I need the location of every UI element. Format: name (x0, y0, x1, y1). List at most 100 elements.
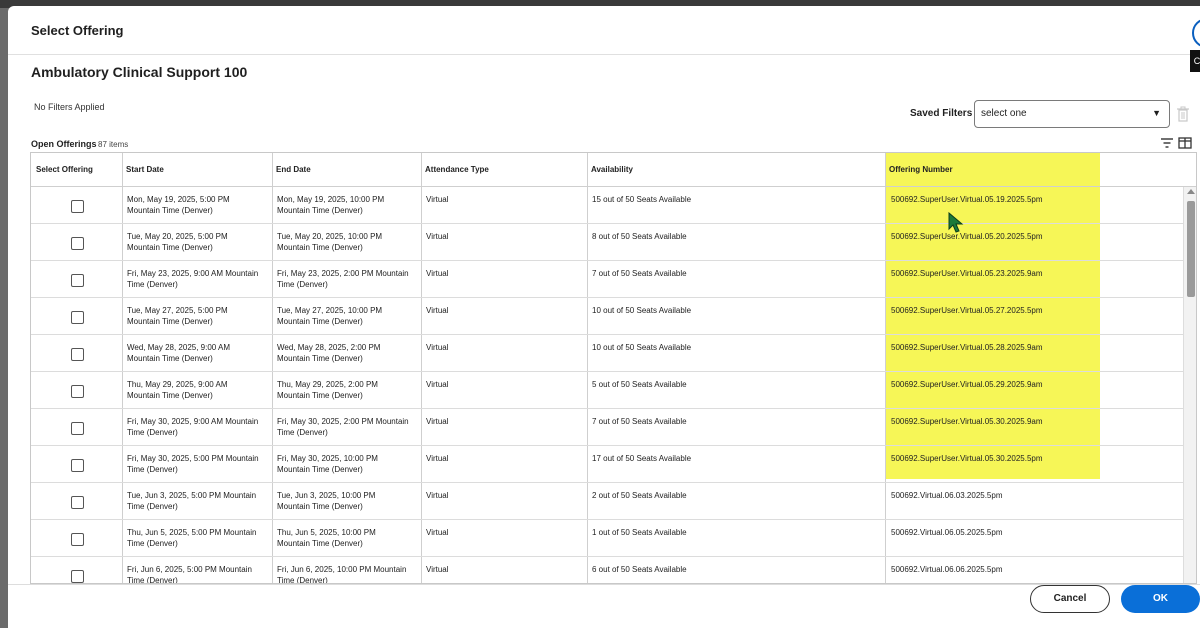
end-date-cell-line: Mountain Time (Denver) (277, 317, 363, 326)
start-date-cell-line: Time (Denver) (127, 539, 178, 548)
offering-number-cell-line: 500692.SuperUser.Virtual.05.29.2025.9am (891, 380, 1043, 389)
table-row[interactable]: Tue, May 27, 2025, 5:00 PM Mountain Time … (31, 298, 1196, 335)
columns-icon[interactable] (1178, 137, 1192, 149)
table-scrollbar[interactable] (1183, 187, 1196, 583)
saved-filters-select[interactable]: select one ▼ (974, 100, 1170, 128)
select-offering-checkbox[interactable] (71, 459, 84, 472)
header-availability[interactable]: Availability (591, 165, 633, 174)
availability-cell-line: 10 out of 50 Seats Available (592, 306, 692, 315)
scroll-thumb[interactable] (1187, 201, 1195, 297)
end-date-cell: Thu, Jun 5, 2025, 10:00 PM Mountain Time … (277, 527, 376, 549)
offering-number-cell: 500692.Virtual.06.05.2025.5pm (891, 527, 1003, 538)
table-row[interactable]: Fri, Jun 6, 2025, 5:00 PM Mountain Time (… (31, 557, 1196, 583)
offering-number-cell: 500692.Virtual.06.03.2025.5pm (891, 490, 1003, 501)
select-offering-checkbox[interactable] (71, 348, 84, 361)
select-offering-checkbox[interactable] (71, 237, 84, 250)
attendance-type-cell: Virtual (426, 342, 449, 353)
attendance-type-cell-line: Virtual (426, 454, 449, 463)
select-offering-checkbox[interactable] (71, 533, 84, 546)
availability-cell: 10 out of 50 Seats Available (592, 342, 691, 353)
table-row[interactable]: Thu, Jun 5, 2025, 5:00 PM Mountain Time (… (31, 520, 1196, 557)
header-start-date[interactable]: Start Date (126, 165, 164, 174)
table-row[interactable]: Fri, May 30, 2025, 9:00 AM Mountain Time … (31, 409, 1196, 446)
start-date-cell: Thu, May 29, 2025, 9:00 AM Mountain Time … (127, 379, 228, 401)
table-row[interactable]: Thu, May 29, 2025, 9:00 AM Mountain Time … (31, 372, 1196, 409)
start-date-cell-line: Mountain Time (Denver) (127, 391, 213, 400)
offering-number-cell: 500692.SuperUser.Virtual.05.23.2025.9am (891, 268, 1043, 279)
attendance-type-cell: Virtual (426, 231, 449, 242)
table-row[interactable]: Tue, Jun 3, 2025, 5:00 PM Mountain Time (… (31, 483, 1196, 520)
header-offering-number[interactable]: Offering Number (889, 165, 953, 174)
saved-filters-label: Saved Filters (910, 108, 973, 119)
offering-number-cell: 500692.SuperUser.Virtual.05.19.2025.5pm (891, 194, 1043, 205)
offerings-table: Select Offering Start Date End Date Atte… (30, 152, 1197, 584)
open-offerings-label: Open Offerings (31, 139, 97, 149)
attendance-type-cell-line: Virtual (426, 306, 449, 315)
header-select-offering[interactable]: Select Offering (36, 165, 93, 174)
end-date-cell-line: Time (Denver) (277, 428, 328, 437)
end-date-cell: Thu, May 29, 2025, 2:00 PM Mountain Time … (277, 379, 378, 401)
select-offering-checkbox[interactable] (71, 274, 84, 287)
start-date-cell: Fri, May 30, 2025, 5:00 PM Mountain Time … (127, 453, 259, 475)
cancel-button[interactable]: Cancel (1030, 585, 1110, 613)
select-offering-checkbox[interactable] (71, 422, 84, 435)
start-date-cell-line: Time (Denver) (127, 280, 178, 289)
availability-cell-line: 7 out of 50 Seats Available (592, 417, 687, 426)
attendance-type-cell-line: Virtual (426, 343, 449, 352)
start-date-cell: Tue, Jun 3, 2025, 5:00 PM Mountain Time (… (127, 490, 256, 512)
table-header: Select Offering Start Date End Date Atte… (31, 153, 1196, 187)
scroll-up-icon[interactable] (1187, 189, 1195, 194)
end-date-cell-line: Fri, May 23, 2025, 2:00 PM Mountain (277, 269, 409, 278)
end-date-cell-line: Fri, May 30, 2025, 10:00 PM (277, 454, 378, 463)
attendance-type-cell-line: Virtual (426, 417, 449, 426)
end-date-cell: Tue, May 20, 2025, 10:00 PM Mountain Time… (277, 231, 382, 253)
start-date-cell-line: Time (Denver) (127, 502, 178, 511)
filter-icon[interactable] (1160, 137, 1174, 149)
start-date-cell-line: Time (Denver) (127, 428, 178, 437)
offering-number-cell-line: 500692.SuperUser.Virtual.05.28.2025.9am (891, 343, 1043, 352)
end-date-cell-line: Mon, May 19, 2025, 10:00 PM (277, 195, 385, 204)
header-attendance-type[interactable]: Attendance Type (425, 165, 489, 174)
end-date-cell: Tue, Jun 3, 2025, 10:00 PM Mountain Time … (277, 490, 375, 512)
select-offering-checkbox[interactable] (71, 385, 84, 398)
availability-cell: 8 out of 50 Seats Available (592, 231, 687, 242)
start-date-cell: Fri, Jun 6, 2025, 5:00 PM Mountain Time (… (127, 564, 252, 583)
attendance-type-cell: Virtual (426, 416, 449, 427)
end-date-cell-line: Mountain Time (Denver) (277, 391, 363, 400)
end-date-cell: Wed, May 28, 2025, 2:00 PM Mountain Time … (277, 342, 380, 364)
select-offering-checkbox[interactable] (71, 570, 84, 583)
table-row[interactable]: Mon, May 19, 2025, 5:00 PM Mountain Time … (31, 187, 1196, 224)
filter-status: No Filters Applied (34, 102, 105, 112)
select-offering-checkbox[interactable] (71, 311, 84, 324)
attendance-type-cell: Virtual (426, 194, 449, 205)
table-row[interactable]: Fri, May 30, 2025, 5:00 PM Mountain Time … (31, 446, 1196, 483)
start-date-cell-line: Time (Denver) (127, 465, 178, 474)
start-date-cell-line: Mountain Time (Denver) (127, 243, 213, 252)
attendance-type-cell-line: Virtual (426, 195, 449, 204)
ok-button[interactable]: OK (1121, 585, 1200, 613)
select-offering-checkbox[interactable] (71, 200, 84, 213)
offering-number-cell-line: 500692.SuperUser.Virtual.05.19.2025.5pm (891, 195, 1043, 204)
start-date-cell-line: Thu, Jun 5, 2025, 5:00 PM Mountain (127, 528, 257, 537)
start-date-cell-line: Mon, May 19, 2025, 5:00 PM (127, 195, 230, 204)
availability-cell-line: 1 out of 50 Seats Available (592, 528, 687, 537)
table-row[interactable]: Tue, May 20, 2025, 5:00 PM Mountain Time … (31, 224, 1196, 261)
table-row[interactable]: Fri, May 23, 2025, 9:00 AM Mountain Time … (31, 261, 1196, 298)
select-offering-checkbox[interactable] (71, 496, 84, 509)
availability-cell-line: 5 out of 50 Seats Available (592, 380, 687, 389)
offering-number-cell-line: 500692.Virtual.06.03.2025.5pm (891, 491, 1003, 500)
availability-cell-line: 2 out of 50 Seats Available (592, 491, 687, 500)
attendance-type-cell: Virtual (426, 305, 449, 316)
offering-number-cell: 500692.SuperUser.Virtual.05.28.2025.9am (891, 342, 1043, 353)
header-end-date[interactable]: End Date (276, 165, 311, 174)
offering-number-cell-line: 500692.SuperUser.Virtual.05.30.2025.5pm (891, 454, 1043, 463)
trash-icon[interactable] (1176, 106, 1190, 122)
start-date-cell-line: Fri, May 30, 2025, 9:00 AM Mountain (127, 417, 259, 426)
availability-cell: 6 out of 50 Seats Available (592, 564, 687, 575)
end-date-cell: Fri, May 30, 2025, 10:00 PM Mountain Time… (277, 453, 378, 475)
offering-number-cell: 500692.Virtual.06.06.2025.5pm (891, 564, 1003, 575)
end-date-cell: Fri, May 30, 2025, 2:00 PM Mountain Time … (277, 416, 409, 438)
table-row[interactable]: Wed, May 28, 2025, 9:00 AM Mountain Time … (31, 335, 1196, 372)
caret-down-icon: ▼ (1152, 108, 1161, 118)
end-date-cell: Fri, May 23, 2025, 2:00 PM Mountain Time … (277, 268, 409, 290)
